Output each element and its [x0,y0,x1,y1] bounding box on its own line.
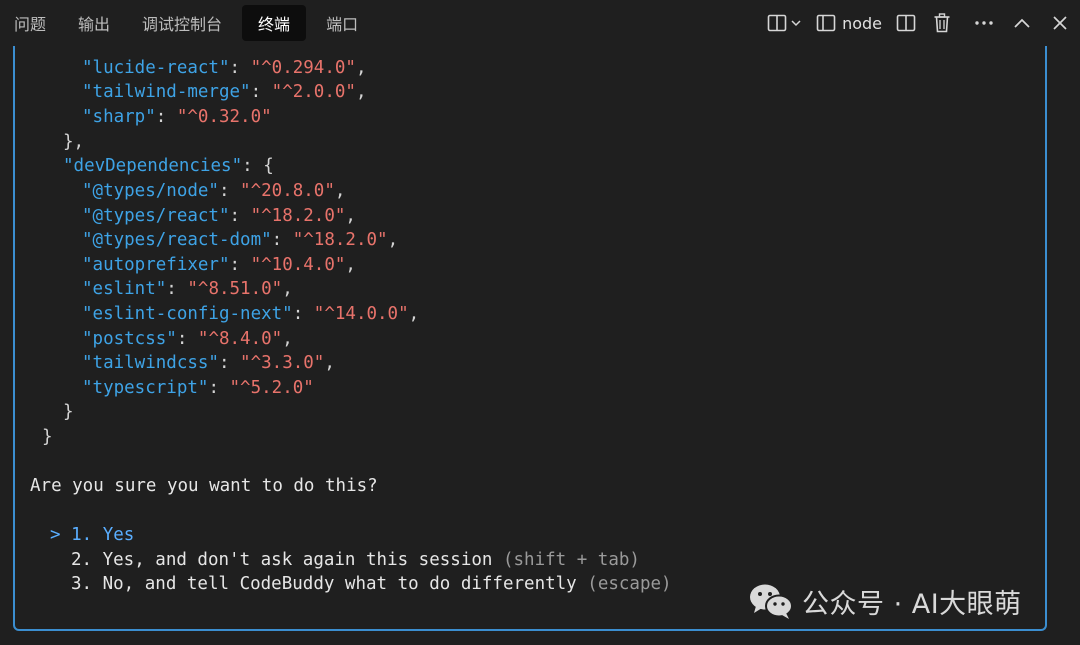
dev-dependency-line: "tailwindcss": "^3.3.0", [82,353,335,373]
terminal-text: "lucide-react": "^0.294.0", "tailwind-me… [15,46,1045,629]
panel-tabs: 问题 输出 调试控制台 终端 端口 [0,0,378,46]
tab-terminal[interactable]: 终端 [242,5,307,41]
maximize-panel-button[interactable] [1008,8,1036,38]
tab-ports[interactable]: 端口 [314,5,370,41]
dev-dependency-line: "@types/react-dom": "^18.2.0", [82,230,399,250]
terminal-split-icon [816,14,836,32]
dev-dependencies-line: "devDependencies": { [63,156,274,176]
split-icon [896,14,916,32]
tab-debug-console[interactable]: 调试控制台 [130,5,234,41]
terminal-name-label: node [842,13,882,33]
tab-problems[interactable]: 问题 [2,5,58,41]
panel-tab-bar: 问题 输出 调试控制台 终端 端口 node [0,0,1080,46]
chevron-up-icon [1014,18,1030,28]
dev-dependency-line: "@types/react": "^18.2.0", [82,206,356,226]
terminal-panel: 问题 输出 调试控制台 终端 端口 node "lucide-react": "… [0,0,1080,645]
close-panel-button[interactable] [1046,8,1074,38]
split-terminal-button[interactable] [892,8,920,38]
dependency-line: "tailwind-merge": "^2.0.0", [82,82,367,102]
panel-actions: node [759,0,1074,46]
selection-pointer: > [50,525,61,545]
dependency-line: "sharp": "^0.32.0" [82,107,272,127]
option-hint: (shift + tab) [502,550,640,570]
ellipsis-icon [975,21,993,25]
close-brace-line: }, [63,132,85,152]
trash-icon [934,13,950,33]
layout-dropdown-button[interactable] [767,8,802,38]
close-outer-brace: } [42,427,53,447]
dev-dependency-line: "autoprefixer": "^10.4.0", [82,255,356,275]
option-label: 1. Yes [71,525,135,545]
chevron-down-icon [791,20,801,27]
option-label: 2. Yes, and don't ask again this session [71,550,493,570]
dev-dependency-line: "eslint-config-next": "^14.0.0", [82,304,420,324]
option-hint: (escape) [587,574,672,594]
dependency-line: "lucide-react": "^0.294.0", [82,58,367,78]
wechat-icon [750,584,793,619]
option-yes-dont-ask[interactable]: 2. Yes, and don't ask again this session… [71,548,640,572]
dev-dependency-line: "@types/node": "^20.8.0", [82,181,346,201]
confirm-prompt: Are you sure you want to do this? [30,476,378,496]
close-icon [1053,16,1067,30]
close-inner-brace: } [63,402,74,422]
kill-terminal-button[interactable] [928,8,956,38]
option-label: 3. No, and tell CodeBuddy what to do dif… [71,574,577,594]
terminal-output[interactable]: "lucide-react": "^0.294.0", "tailwind-me… [13,46,1047,631]
watermark-text: 公众号 · AI大眼萌 [802,588,1022,620]
tab-output[interactable]: 输出 [66,5,122,41]
more-actions-button[interactable] [970,8,998,38]
watermark: 公众号 · AI大眼萌 [748,579,1022,623]
split-layout-icon [767,14,787,32]
dev-dependency-line: "postcss": "^8.4.0", [82,329,293,349]
dev-dependency-line: "typescript": "^5.2.0" [82,378,314,398]
dev-dependency-line: "eslint": "^8.51.0", [82,279,293,299]
option-yes[interactable]: > 1. Yes [50,523,134,547]
option-no[interactable]: 3. No, and tell CodeBuddy what to do dif… [71,572,672,596]
terminal-instance-button[interactable]: node [816,8,882,38]
